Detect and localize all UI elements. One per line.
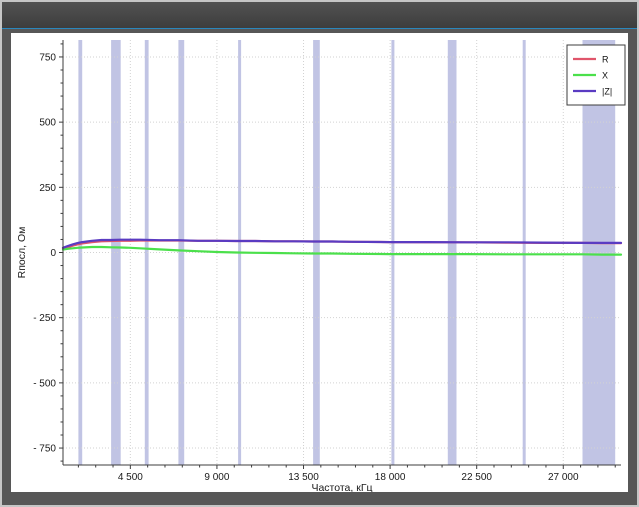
tab-label: Z=R||+jX: [0, 9, 18, 28]
tab-label: Z=R+jX: [0, 9, 25, 28]
svg-text:- 500: - 500: [33, 378, 56, 389]
tab-bar: КСВФазаZ=R+jXZ=R||+jXВПРефлектометрСмит: [2, 2, 637, 29]
x-axis-title: Частота, кГц: [311, 482, 372, 492]
band: [144, 40, 149, 465]
legend: RX |Z|: [566, 44, 626, 106]
svg-text:18 000: 18 000: [375, 472, 406, 483]
tab-label: КСВ: [11, 9, 39, 28]
chart-area[interactable]: 4 500 9 000 13 500 18 000 22 500 27 000 750 500…: [11, 33, 628, 492]
impedance-chart: 4 500 9 000 13 500 18 000 22 500 27 000750500…: [16, 40, 626, 492]
band: [447, 40, 457, 465]
svg-text:9 000: 9 000: [204, 472, 229, 483]
svg-text:22 500: 22 500: [461, 472, 492, 483]
svg-text:- 250: - 250: [33, 313, 56, 324]
tab-label: Рефлектометр: [0, 9, 4, 28]
svg-text:750: 750: [39, 52, 56, 63]
chart-panel: 4 500 9 000 13 500 18 000 22 500 27 000 750 500…: [11, 33, 628, 492]
legend-label: X: [602, 71, 608, 81]
svg-text:500: 500: [39, 118, 56, 129]
svg-text:- 750: - 750: [33, 444, 56, 455]
legend-label: R: [602, 55, 609, 65]
tab-label: Фаза: [4, 9, 32, 28]
app-window: КСВФазаZ=R+jXZ=R||+jXВПРефлектометрСмит …: [0, 0, 639, 507]
legend-label: |Z|: [602, 87, 612, 97]
band: [111, 40, 121, 465]
svg-text:0: 0: [50, 248, 56, 259]
y-axis-title: Rпосл, Ом: [16, 227, 28, 279]
svg-text:250: 250: [39, 183, 56, 194]
tab-label: ВП: [0, 9, 11, 28]
svg-text:27 000: 27 000: [548, 472, 579, 483]
svg-text:4 500: 4 500: [118, 472, 143, 483]
tick-marks: [59, 43, 616, 469]
